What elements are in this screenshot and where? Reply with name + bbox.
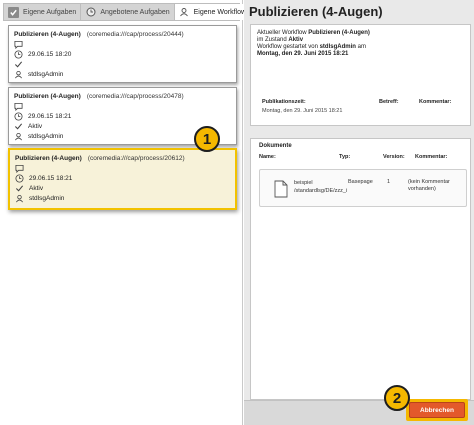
doc-version-header: Version: bbox=[383, 154, 405, 160]
checkmark-icon bbox=[15, 184, 24, 193]
document-version: 1 bbox=[387, 179, 391, 185]
clock-icon bbox=[15, 173, 24, 183]
tab-own-tasks-label: Eigene Aufgaben bbox=[23, 8, 77, 16]
user-icon bbox=[14, 132, 23, 141]
summary-starter: stdlsgAdmin bbox=[319, 44, 356, 50]
workflow-status: Aktiv bbox=[28, 122, 43, 130]
workflow-list-panel: Eigene Aufgaben Angebotene Aufgaben Eige… bbox=[0, 0, 255, 425]
user-icon bbox=[15, 194, 24, 203]
document-row[interactable]: beispiel /standardlsg/DE/zzz_i Basepage … bbox=[259, 169, 467, 207]
workflow-title: Publizieren (4-Augen) bbox=[14, 92, 81, 100]
workflow-date: 29.06.15 18:21 bbox=[28, 112, 72, 120]
tab-offered-tasks[interactable]: Angebotene Aufgaben bbox=[81, 4, 175, 20]
clock-icon bbox=[85, 7, 96, 18]
document-comment-line2: vorhanden) bbox=[408, 186, 436, 192]
summary-state: Aktiv bbox=[288, 37, 304, 43]
tab-own-tasks[interactable]: Eigene Aufgaben bbox=[4, 4, 82, 20]
clock-icon bbox=[14, 111, 23, 121]
workflow-user: stdlsgAdmin bbox=[28, 70, 64, 78]
step-badge-1: 1 bbox=[194, 126, 220, 152]
documents-section: Dokumente Name: Typ: Version: Kommentar:… bbox=[250, 138, 471, 400]
workflow-path: (coremedia:///cap/process/20478) bbox=[86, 92, 184, 100]
comment-icon bbox=[14, 102, 23, 111]
cancel-button[interactable]: Abbrechen bbox=[409, 402, 465, 418]
clock-icon bbox=[14, 49, 23, 59]
comment-icon bbox=[14, 40, 23, 49]
workflow-status: Aktiv bbox=[29, 184, 44, 192]
publication-time-header: Publikationszeit: bbox=[262, 99, 306, 105]
workflow-date: 29.06.15 18:21 bbox=[29, 174, 73, 182]
checkmark-icon bbox=[14, 60, 23, 69]
tab-own-workflows-label: Eigene Workflows bbox=[193, 8, 250, 16]
summary-line2-prefix: im Zustand bbox=[257, 37, 289, 43]
workflow-list: Publizieren (4-Augen) (coremedia:///cap/… bbox=[3, 21, 240, 425]
doc-comment-header: Kommentar: bbox=[415, 154, 448, 160]
workflow-path: (coremedia:///cap/process/20444) bbox=[86, 30, 184, 38]
summary-line1-prefix: Aktueller Workflow bbox=[257, 30, 309, 36]
tab-own-workflows[interactable]: Eigene Workflows bbox=[174, 4, 255, 20]
comment-header: Kommentar: bbox=[419, 99, 452, 105]
workflow-card[interactable]: Publizieren (4-Augen) (coremedia:///cap/… bbox=[8, 25, 237, 83]
document-name[interactable]: beispiel bbox=[294, 179, 347, 187]
workflow-path: (coremedia:///cap/process/20612) bbox=[87, 154, 185, 162]
workflow-title: Publizieren (4-Augen) bbox=[14, 30, 81, 38]
document-icon bbox=[274, 180, 288, 198]
detail-title: Publizieren (4-Augen) bbox=[249, 4, 383, 19]
workflow-card-selected[interactable]: Publizieren (4-Augen) (coremedia:///cap/… bbox=[8, 148, 237, 210]
checkmark-icon bbox=[14, 122, 23, 131]
document-path: /standardlsg/DE/zzz_i bbox=[294, 188, 348, 194]
summary-workflow-name: Publizieren (4-Augen) bbox=[308, 30, 370, 36]
summary-line3-suffix: am bbox=[355, 44, 366, 50]
workflow-title: Publizieren (4-Augen) bbox=[15, 154, 82, 162]
document-comment-line1: (kein Kommentar bbox=[408, 179, 450, 185]
subject-header: Betreff: bbox=[379, 99, 399, 105]
comment-icon bbox=[15, 164, 24, 173]
summary-start-date: Montag, den 29. Juni 2015 18:21 bbox=[257, 51, 349, 57]
cancel-highlight: Abbrechen bbox=[406, 399, 468, 421]
user-icon bbox=[14, 70, 23, 79]
workflow-user: stdlsgAdmin bbox=[29, 194, 65, 202]
publication-section: Publikationszeit: Betreff: Kommentar: Mo… bbox=[250, 90, 471, 126]
user-icon bbox=[179, 7, 190, 18]
documents-title: Dokumente bbox=[259, 143, 292, 149]
publication-time-value: Montag, den 29. Juni 2015 18:21 bbox=[262, 108, 343, 114]
document-type: Basepage bbox=[348, 179, 373, 185]
checkbox-icon bbox=[8, 6, 19, 18]
workflow-user: stdlsgAdmin bbox=[28, 132, 64, 140]
workflow-date: 29.06.15 18:20 bbox=[28, 50, 72, 58]
summary-line3-prefix: Workflow gestartet von bbox=[257, 44, 320, 50]
doc-type-header: Typ: bbox=[339, 154, 351, 160]
workflow-tabs: Eigene Aufgaben Angebotene Aufgaben Eige… bbox=[3, 3, 255, 21]
tab-offered-tasks-label: Angebotene Aufgaben bbox=[100, 8, 170, 16]
step-badge-2: 2 bbox=[384, 385, 410, 411]
doc-name-header: Name: bbox=[259, 154, 276, 160]
workflow-detail-panel: Publizieren (4-Augen) Aktueller Workflow… bbox=[244, 0, 474, 425]
